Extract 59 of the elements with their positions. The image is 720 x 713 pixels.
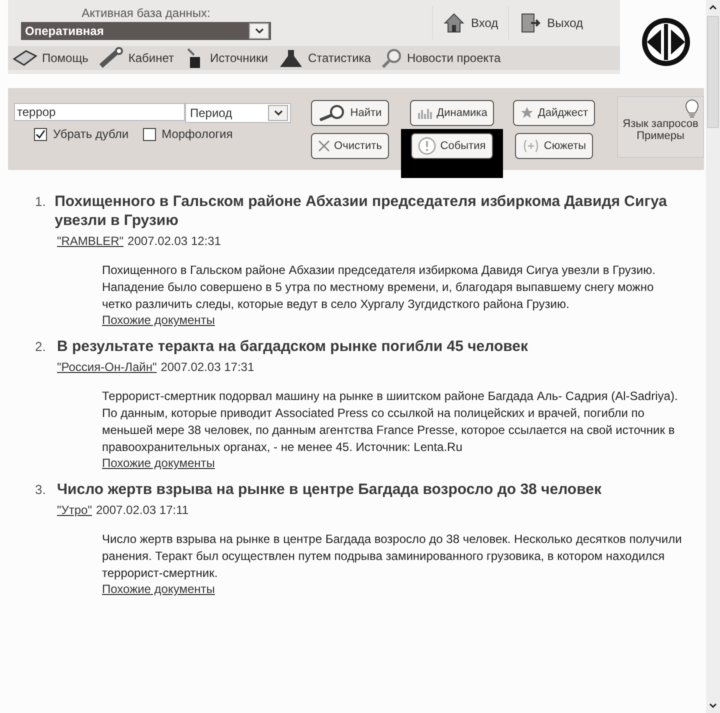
search-field[interactable]: террор: [14, 103, 185, 121]
nav-link[interactable]: Помощь: [12, 47, 88, 69]
similar-documents-link[interactable]: Похожие документы: [102, 313, 215, 327]
scroll-down-icon: [709, 703, 717, 709]
toolbar-button[interactable]: Очистить: [311, 132, 389, 158]
result-title[interactable]: В результате теракта на багдадском рынке погибли 45 человек: [57, 337, 528, 356]
similar-documents-link[interactable]: Похожие документы: [102, 456, 215, 470]
exclamation-icon: [418, 136, 436, 154]
result-snippet: Похищенного в Гальском районе Абхазии председателя избиркома Давидя Сигуа увезли в Грузию. Нападение было совершено в 5 утра по местному времени, и, благодаря выпавшему снегу можно четко различить следы, которые ведут в село Хургалу Зугдидсткого района Грузию.: [102, 262, 656, 313]
database-select[interactable]: Оперативная: [21, 22, 271, 40]
result-date: 2007.02.03 17:11: [96, 503, 189, 517]
scroll-up-icon: [709, 4, 717, 10]
result-date: 2007.02.03 17:31: [160, 360, 254, 374]
scrollbar[interactable]: [706, 0, 720, 713]
lightbulb-icon: [685, 99, 699, 119]
plus-icon: [522, 138, 540, 152]
house-icon: [443, 12, 465, 34]
nav-link[interactable]: Источники: [184, 47, 268, 69]
chevron-down-icon: [274, 110, 282, 116]
similar-documents-link[interactable]: Похожие документы: [102, 582, 215, 596]
toolbar-button[interactable]: Динамика: [410, 100, 494, 126]
door-icon: [519, 12, 542, 34]
source-link[interactable]: "RAMBLER": [57, 234, 124, 248]
wrench-icon: [98, 47, 124, 69]
toolbar-button[interactable]: Сюжеты: [514, 132, 594, 158]
checkbox[interactable]: [142, 128, 156, 140]
search-icon: [318, 104, 346, 120]
flask-icon: [278, 48, 304, 68]
bar-chart-icon: [416, 106, 433, 118]
query-help-box[interactable]: Язык запросов Примеры: [617, 96, 704, 158]
chevron-down-icon: [254, 28, 264, 34]
result-title[interactable]: Число жертв взрыва на рынке в центре Багдада возросло до 38 человек: [57, 480, 602, 499]
result-title[interactable]: Похищенного в Гальском районе Абхазии председателя избиркома Давидя Сигуа увезли в Грузию: [54, 192, 686, 230]
option-checkbox[interactable]: Морфология: [142, 127, 233, 141]
star-icon: [520, 106, 534, 120]
close-icon: [318, 140, 330, 152]
source-link[interactable]: "Россия-Он-Лайн": [57, 360, 157, 374]
result-snippet: Число жертв взрыва на рынке в центре Багдада возросло до 38 человек. Несколько десятков получили ранения. Теракт был осуществлен путем подрыва заминированного грузовика, в котором находился террорист-смертник.: [102, 531, 683, 582]
source-link[interactable]: "Утро": [57, 503, 92, 517]
nav-link[interactable]: Кабинет: [98, 47, 174, 69]
toolbar-button[interactable]: События: [411, 132, 493, 158]
option-checkbox[interactable]: Убрать дубли: [34, 127, 129, 141]
result-number: 2.: [35, 338, 47, 356]
result-number: 3.: [35, 481, 47, 499]
result-snippet: Террорист-смертник подорвал машину на рынке в шиитском районе Багдада Аль- Садрия (Al-Sadriya). По данным, которые приводит Associated Press со ссылкой на полицейских и врачей, погибли по меньшей мере 38 человек, по данным агентства France Presse, которое ссылается на свой источник в правоохранительных органах, - не менее 45. Источник: Lenta.Ru: [102, 388, 679, 456]
checkbox[interactable]: [34, 128, 47, 140]
result-date: 2007.02.03 12:31: [128, 234, 221, 248]
scroll-thumb[interactable]: [707, 16, 719, 128]
period-select[interactable]: Период: [185, 103, 291, 123]
nav-link[interactable]: Статистика: [278, 47, 371, 69]
help-text: Примеры: [636, 130, 684, 142]
toolbar-button[interactable]: Дайджест: [512, 100, 596, 126]
toolbar-button[interactable]: Найти: [311, 100, 389, 126]
magnifier-icon: [380, 47, 403, 69]
logo-icon: [640, 16, 692, 68]
database-label: Активная база данных:: [82, 6, 210, 20]
help-text: Язык запросов: [622, 118, 698, 130]
result-number: 1.: [35, 193, 47, 211]
nav-link[interactable]: Новости проекта: [380, 47, 501, 69]
